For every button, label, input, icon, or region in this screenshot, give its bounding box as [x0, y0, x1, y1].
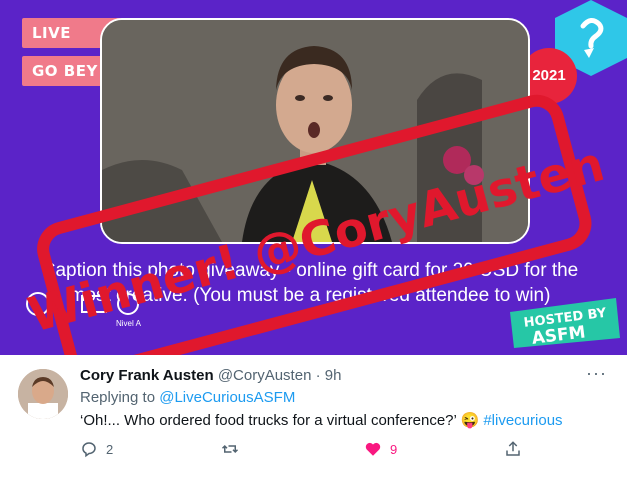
share-icon [506, 441, 520, 456]
hashtag-link[interactable]: #livecurious [483, 412, 562, 429]
tweet[interactable]: Cory Frank Austen @CoryAusten · 9h ··· R… [0, 355, 627, 478]
replying-prefix: Replying to [80, 389, 156, 406]
event-banner-image: LIVE CURIOU GO BEY 2021 Caption this pho… [0, 0, 627, 355]
reply-button[interactable]: 2 [80, 440, 113, 458]
tweet-author[interactable]: Cory Frank Austen @CoryAusten · 9h [80, 367, 341, 384]
speaker-video-frame [100, 18, 530, 244]
heart-icon [365, 442, 381, 456]
retweet-icon [221, 444, 239, 454]
like-button[interactable]: 9 [364, 440, 397, 458]
author-handle[interactable]: @CoryAusten [218, 367, 312, 384]
display-name[interactable]: Cory Frank Austen [80, 367, 214, 384]
avatar[interactable] [18, 369, 68, 419]
like-count: 9 [390, 441, 398, 457]
meta-separator: · [315, 367, 321, 384]
replying-to: Replying to @LiveCuriousASFM [80, 389, 295, 406]
nivel-a-label: Nivel A [116, 319, 142, 328]
replying-to-link[interactable]: @LiveCuriousASFM [159, 389, 295, 406]
reply-icon [82, 442, 96, 458]
tweet-time[interactable]: 9h [325, 367, 342, 384]
hosted-by-asfm-badge: HOSTED BY ASFM [510, 298, 620, 349]
reply-count: 2 [106, 441, 114, 457]
sponsor-logos: Nivel A [26, 292, 142, 328]
tweet-text: ‘Oh!... Who ordered food trucks for a vi… [80, 411, 563, 429]
speaker-photo [102, 20, 528, 242]
tweet-actions: 2 9 [80, 440, 600, 462]
retweet-button[interactable] [220, 440, 240, 458]
more-options-icon[interactable]: ··· [586, 363, 607, 384]
tweet-body: ‘Oh!... Who ordered food trucks for a vi… [80, 412, 457, 429]
winking-face-emoji: 😜 [460, 412, 480, 429]
share-button[interactable] [504, 440, 522, 458]
